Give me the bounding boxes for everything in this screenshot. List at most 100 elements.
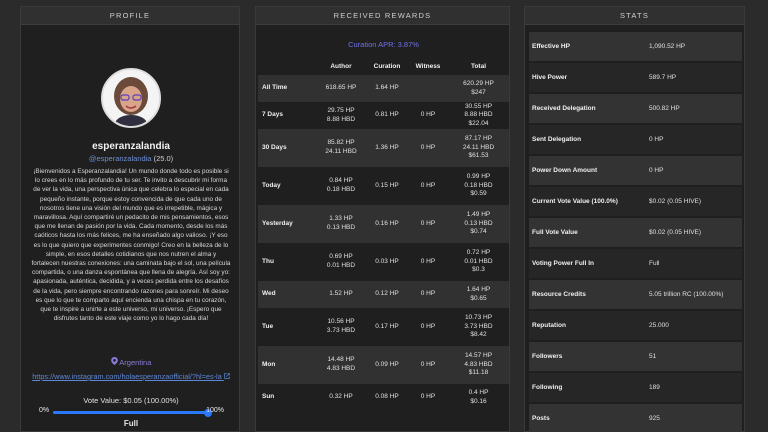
curation-cell: 0.15 HP — [375, 181, 399, 189]
stat-value: 5.05 trillion RC (100.00%) — [649, 291, 724, 298]
witness-cell: 0 HP — [420, 111, 436, 119]
total-cell-line: 0.72 HP — [466, 249, 491, 257]
author-cell: 0.32 HP — [316, 384, 366, 411]
total-cell-line: $0.59 — [470, 190, 487, 198]
author-cell-line: 618.65 HP — [325, 84, 357, 92]
total-cell-line: $0.74 — [470, 228, 487, 236]
profile-panel: PROFILE esperanzalandia @esperanzalandia… — [20, 6, 240, 432]
total-cell-line: 10.73 HP — [464, 314, 493, 322]
stat-row: Effective HP 1,090.52 HP — [529, 32, 742, 61]
total-cell-line: 0.4 HP — [468, 388, 489, 396]
author-cell-line: 0.69 HP — [329, 253, 353, 261]
rewards-row: Sun 0.32 HP 0.08 HP 0 HP 0.4 HP $0.16 — [258, 384, 509, 411]
author-cell-line: 8.88 HBD — [326, 115, 356, 123]
witness-cell: 0 HP — [420, 322, 436, 330]
profile-location: Argentina — [21, 357, 241, 367]
author-cell-line: 85.82 HP — [327, 139, 355, 147]
stats-panel: STATS Effective HP 1,090.52 HP Hive Power 5… — [524, 6, 745, 432]
total-cell-line: $11.18 — [468, 369, 489, 377]
rewards-row: 7 Days 29.75 HP 8.88 HBD 0.81 HP 0 HP 30.55 H… — [258, 102, 509, 129]
stat-value: 0 HP — [649, 136, 664, 143]
stat-row: Following 189 — [529, 373, 742, 402]
total-cell: 14.57 HP 4.83 HBD $11.18 — [448, 346, 509, 384]
author-cell-line: 29.75 HP — [327, 106, 355, 114]
curation-cell: 0.08 HP — [375, 393, 399, 401]
stat-row: Reputation 25.000 — [529, 311, 742, 340]
total-cell-line: $22.04 — [468, 119, 489, 127]
period-label: Thu — [262, 257, 274, 265]
stat-row: Power Down Amount 0 HP — [529, 156, 742, 185]
profile-reputation: (25.0) — [153, 154, 174, 163]
stat-label: Sent Delegation — [532, 136, 582, 143]
rewards-row: 30 Days 85.82 HP 24.11 HBD 1.36 HP 0 HP 87.17… — [258, 129, 509, 167]
slider-min-label: 0% — [39, 407, 50, 414]
total-cell-line: $0.65 — [470, 294, 487, 302]
total-cell: 0.4 HP $0.16 — [448, 384, 509, 411]
curation-cell: 0.81 HP — [375, 111, 399, 119]
location-text: Argentina — [119, 358, 152, 367]
website-link-text[interactable]: https://www.instagram.com/holaesperanzao… — [32, 372, 221, 381]
profile-about: ¡Bienvenidos a Esperanzalandia! Un mundo… — [31, 168, 231, 323]
author-cell: 0.84 HP 0.18 HBD — [316, 167, 366, 205]
author-cell: 0.69 HP 0.01 HBD — [316, 243, 366, 281]
total-cell: 1.64 HP $0.65 — [448, 281, 509, 308]
total-cell-line: 4.83 HBD — [464, 360, 493, 368]
author-cell-line: 0.32 HP — [329, 393, 353, 401]
stat-value: 189 — [649, 384, 660, 391]
witness-cell: 0 HP — [408, 129, 448, 167]
stat-label: Posts — [532, 415, 550, 422]
voting-power-label: Full — [123, 419, 139, 428]
total-cell: 30.55 HP 8.88 HBD $22.04 — [448, 102, 509, 129]
author-cell-line: 0.18 HBD — [326, 186, 356, 193]
period-label: 30 Days — [258, 129, 316, 167]
author-cell-line: 1.33 HP — [329, 215, 353, 223]
period-label: Wed — [258, 281, 316, 308]
stats-header: STATS — [525, 7, 744, 25]
rewards-table: Author Curation Witness Total All Time 61… — [258, 57, 509, 411]
period-label: Mon — [258, 346, 316, 384]
total-cell-line: $61.53 — [468, 152, 489, 160]
stat-label: Hive Power — [532, 74, 568, 81]
witness-cell — [408, 75, 448, 102]
author-cell-line: 0.84 HP — [329, 177, 353, 185]
stat-label: Voting Power Full In — [532, 260, 594, 267]
profile-handle-link[interactable]: @esperanzalandia — [89, 154, 152, 163]
col-curation: Curation — [373, 62, 401, 70]
rewards-row: Yesterday 1.33 HP 0.13 HBD 0.16 HP 0 HP 1.49 … — [258, 205, 509, 243]
avatar[interactable] — [101, 68, 161, 128]
curation-cell: 1.64 HP — [366, 75, 408, 102]
author-cell-line: 0.01 HBD — [326, 262, 356, 269]
profile-name: esperanzalandia — [92, 141, 170, 152]
total-cell: 10.73 HP 3.73 HBD $8.42 — [448, 308, 509, 346]
stat-value: Full — [649, 260, 660, 267]
period-label: Tue — [262, 322, 274, 330]
stat-row: Sent Delegation 0 HP — [529, 125, 742, 154]
slider-track[interactable] — [53, 408, 212, 417]
witness-cell: 0 HP — [420, 257, 436, 265]
period-label: All Time — [258, 75, 316, 102]
total-cell-line: 0.13 HBD — [464, 219, 493, 227]
total-cell: 0.72 HP 0.01 HBD $0.3 — [448, 243, 509, 281]
witness-cell: 0 HP — [408, 346, 448, 384]
witness-cell: 0 HP — [408, 205, 448, 243]
total-cell-line: $8.42 — [470, 331, 487, 339]
stat-value: 925 — [649, 415, 660, 422]
curation-cell: 0.09 HP — [366, 346, 408, 384]
curation-cell: 1.36 HP — [366, 129, 408, 167]
stat-row: Resource Credits 5.05 trillion RC (100.00… — [529, 280, 742, 309]
curation-cell: 0.12 HP — [366, 281, 408, 308]
stat-label: Reputation — [532, 322, 566, 329]
col-author: Author — [330, 62, 352, 70]
profile-website-link[interactable]: https://www.instagram.com/holaesperanzao… — [25, 372, 237, 381]
total-cell: 87.17 HP 24.11 HBD $61.53 — [448, 129, 509, 167]
curation-cell: 0.16 HP — [366, 205, 408, 243]
stat-value: $0.02 (0.05 HIVE) — [649, 229, 702, 236]
stat-value: $0.02 (0.05 HIVE) — [649, 198, 702, 205]
curation-apr: Curation APR: 3.87% — [348, 40, 419, 49]
vote-weight-slider[interactable]: 0% 100% — [39, 407, 224, 417]
rewards-header-row: Author Curation Witness Total — [258, 57, 509, 75]
total-cell-line: 0.99 HP — [466, 173, 491, 181]
author-cell-line: 4.83 HBD — [326, 365, 356, 372]
rewards-panel: RECEIVED REWARDS Curation APR: 3.87% Aut… — [255, 6, 510, 432]
author-cell: 14.48 HP 4.83 HBD — [316, 346, 366, 384]
